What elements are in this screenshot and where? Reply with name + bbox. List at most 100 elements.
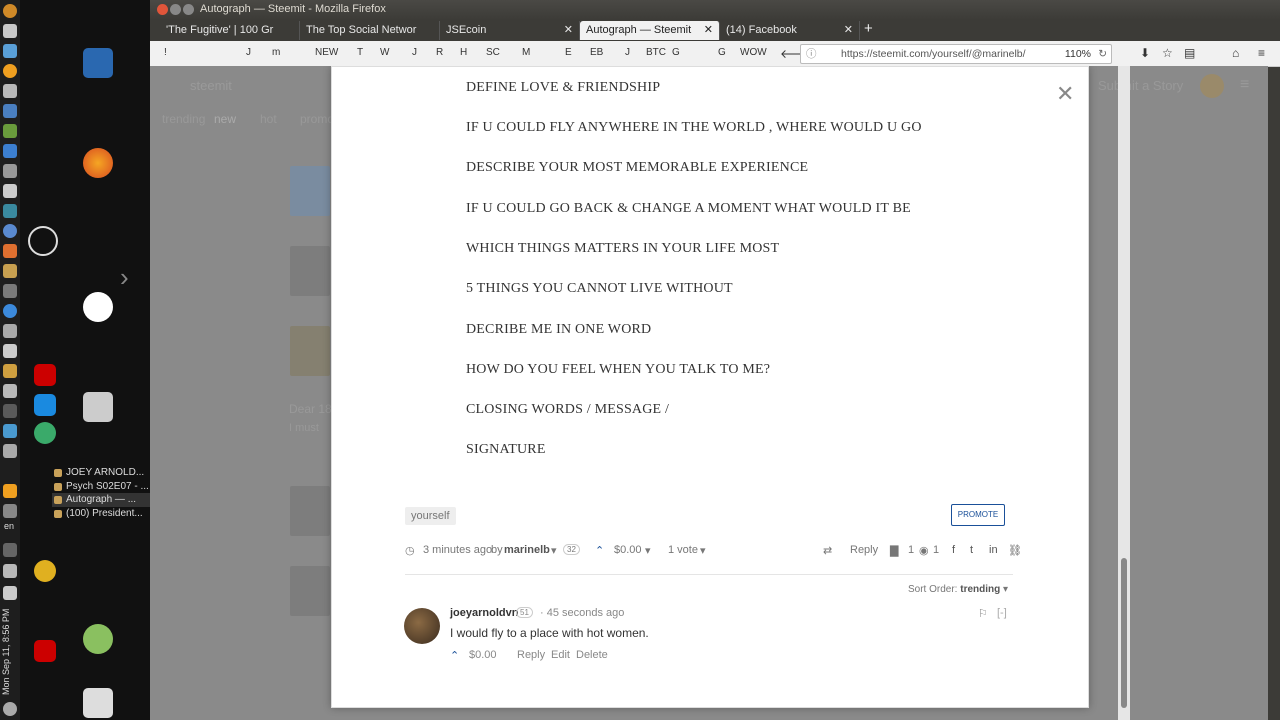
- app-icon[interactable]: [34, 560, 56, 582]
- download-icon[interactable]: ⬇: [1140, 46, 1150, 60]
- chevron-down-icon[interactable]: ▾: [551, 544, 557, 557]
- zoom-level[interactable]: 110%: [1065, 45, 1091, 63]
- avatar[interactable]: [404, 608, 440, 644]
- bookmark-item[interactable]: BTC: [646, 47, 666, 58]
- comment-payout[interactable]: $0.00: [469, 649, 497, 661]
- bookmark-item[interactable]: H: [460, 47, 467, 58]
- files-icon[interactable]: [83, 392, 113, 422]
- app-icon[interactable]: [3, 44, 17, 58]
- chevron-down-icon[interactable]: ▾: [700, 544, 706, 557]
- bookmark-item[interactable]: E: [565, 47, 572, 58]
- volume-icon[interactable]: [3, 564, 17, 578]
- app-icon[interactable]: [3, 404, 17, 418]
- obs-icon[interactable]: [28, 226, 58, 256]
- wifi-icon[interactable]: [3, 504, 17, 518]
- app-icon[interactable]: [3, 204, 17, 218]
- app-icon[interactable]: [3, 184, 17, 198]
- app-icon[interactable]: [3, 284, 17, 298]
- twitter-icon[interactable]: t: [970, 544, 973, 556]
- tab-top-social[interactable]: The Top Social Networ: [300, 21, 440, 40]
- new-tab-button[interactable]: +: [864, 20, 873, 37]
- post-author[interactable]: marinelb: [504, 544, 550, 556]
- power-icon[interactable]: [3, 702, 17, 716]
- bookmark-item[interactable]: NEW: [315, 47, 338, 58]
- bookmark-item[interactable]: G: [672, 47, 680, 58]
- comment-delete-link[interactable]: Delete: [576, 649, 608, 661]
- bluetooth-icon[interactable]: [3, 543, 17, 557]
- info-icon[interactable]: ⓘ: [806, 45, 817, 63]
- bookmark-star-icon[interactable]: ☆: [1162, 46, 1173, 60]
- resteem-icon[interactable]: ⇄: [823, 544, 832, 557]
- bitcoin-icon[interactable]: [3, 64, 17, 78]
- reply-link[interactable]: Reply: [850, 544, 878, 556]
- close-window-icon[interactable]: [157, 4, 168, 15]
- bookmark-item[interactable]: J: [412, 47, 417, 58]
- close-tab-icon[interactable]: ✕: [704, 21, 713, 39]
- filezilla-icon[interactable]: [34, 364, 56, 386]
- app-icon[interactable]: [3, 84, 17, 98]
- app-icon[interactable]: [3, 124, 17, 138]
- library-icon[interactable]: ▤: [1184, 46, 1195, 60]
- post-time[interactable]: 3 minutes ago: [423, 544, 492, 556]
- flag-icon[interactable]: ⚐: [978, 607, 988, 620]
- tab-facebook[interactable]: (14) Facebook ✕: [720, 21, 860, 40]
- maximize-window-icon[interactable]: [183, 4, 194, 15]
- trash-icon[interactable]: [83, 688, 113, 718]
- comment-author[interactable]: joeyarnoldvn: [450, 607, 518, 619]
- bookmark-item[interactable]: SC: [486, 47, 500, 58]
- app-icon[interactable]: [3, 424, 17, 438]
- close-tab-icon[interactable]: ✕: [844, 21, 853, 39]
- language-indicator[interactable]: en: [4, 521, 14, 531]
- vlc-icon[interactable]: [3, 484, 17, 498]
- app-icon[interactable]: [3, 264, 17, 278]
- close-icon[interactable]: ✕: [1056, 81, 1074, 107]
- firefox-icon[interactable]: [83, 148, 113, 178]
- app-icon[interactable]: [3, 444, 17, 458]
- facebook-icon[interactable]: f: [952, 544, 955, 556]
- bookmark-item[interactable]: M: [522, 47, 530, 58]
- ubuntu-icon[interactable]: [3, 4, 17, 18]
- upvote-icon[interactable]: ⌃: [450, 649, 459, 662]
- telegram-icon[interactable]: [34, 422, 56, 444]
- bookmark-item[interactable]: T: [357, 47, 363, 58]
- comment-reply-link[interactable]: Reply: [517, 649, 545, 661]
- comment-icon[interactable]: ▇: [890, 544, 898, 557]
- linkedin-icon[interactable]: in: [989, 544, 998, 556]
- user-switch-icon[interactable]: [83, 624, 113, 654]
- chevron-right-icon[interactable]: ›: [120, 262, 129, 293]
- clock[interactable]: Mon Sep 11, 8:56 PM: [1, 605, 19, 695]
- app-icon[interactable]: [3, 24, 17, 38]
- menu-icon[interactable]: ≡: [1258, 46, 1265, 60]
- bookmark-item[interactable]: m: [272, 47, 280, 58]
- bookmark-item[interactable]: J: [625, 47, 630, 58]
- app-icon[interactable]: [3, 224, 17, 238]
- app-icon[interactable]: [3, 144, 17, 158]
- upvote-icon[interactable]: ⌃: [595, 544, 604, 557]
- bookmark-item[interactable]: !: [164, 47, 167, 58]
- app-icon[interactable]: [3, 164, 17, 178]
- chevron-down-icon[interactable]: ▾: [645, 544, 651, 557]
- bookmark-item[interactable]: R: [436, 47, 443, 58]
- collapse-toggle[interactable]: [-]: [997, 607, 1007, 619]
- bookmark-item[interactable]: G: [718, 47, 726, 58]
- close-tab-icon[interactable]: ✕: [564, 21, 573, 39]
- vote-count[interactable]: 1 vote: [668, 544, 698, 556]
- comment-time[interactable]: · 45 seconds ago: [540, 607, 624, 619]
- filezilla-icon[interactable]: [34, 640, 56, 662]
- app-icon[interactable]: [3, 324, 17, 338]
- tag-yourself[interactable]: yourself: [405, 507, 456, 525]
- tab-jsecoin[interactable]: JSEcoin ✕: [440, 21, 580, 40]
- app-icon[interactable]: [3, 384, 17, 398]
- minimize-window-icon[interactable]: [170, 4, 181, 15]
- battery-icon[interactable]: [3, 586, 17, 600]
- home-icon[interactable]: ⌂: [1232, 46, 1239, 60]
- app-icon[interactable]: [3, 344, 17, 358]
- reload-icon[interactable]: ↻: [1098, 45, 1107, 63]
- app-icon[interactable]: [3, 364, 17, 378]
- chrome-icon[interactable]: [3, 304, 17, 318]
- bookmark-item[interactable]: WOW: [740, 47, 767, 58]
- app-icon[interactable]: [3, 244, 17, 258]
- app-icon[interactable]: [34, 394, 56, 416]
- ubuntu-software-icon[interactable]: [83, 292, 113, 322]
- link-icon[interactable]: ⛓: [1008, 544, 1022, 557]
